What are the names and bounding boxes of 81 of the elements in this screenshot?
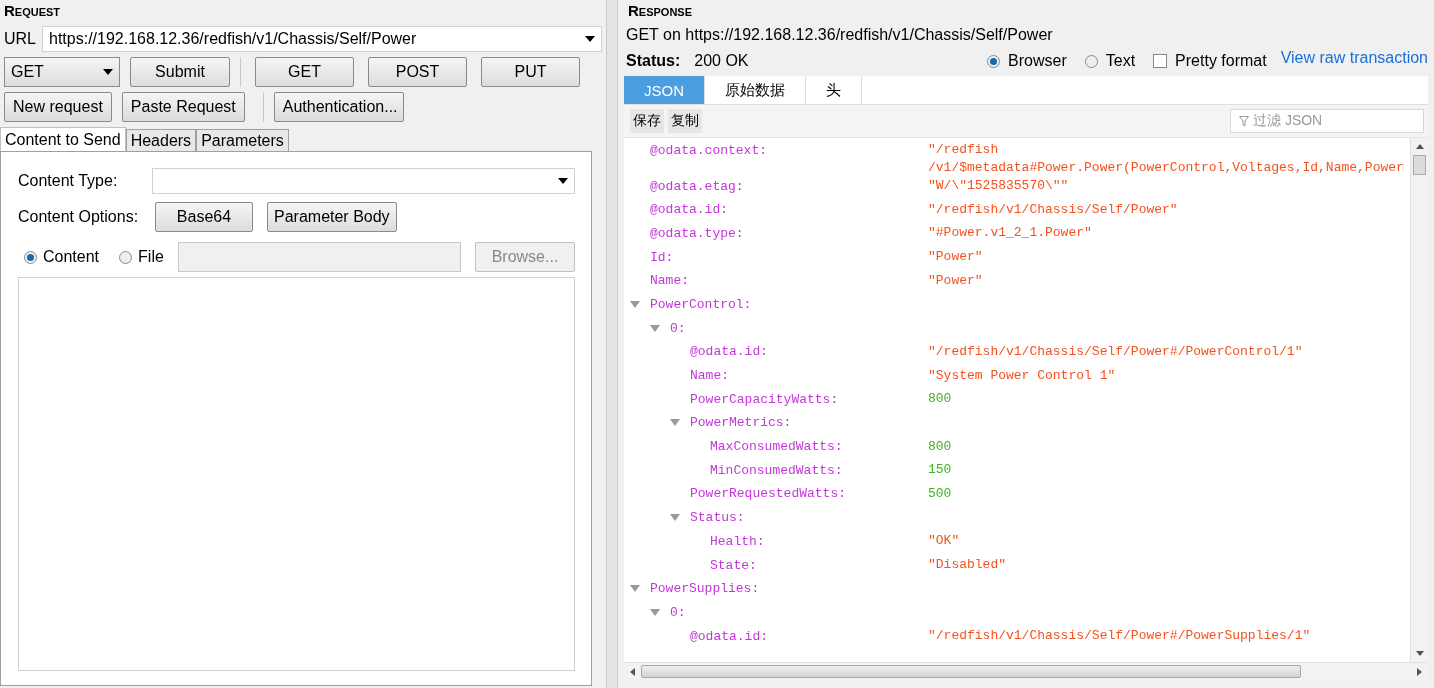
json-key: Name: [650, 273, 689, 289]
authentication-button[interactable]: Authentication... [273, 92, 404, 122]
radio-label: Text [1105, 52, 1136, 70]
tab[interactable]: Headers [125, 129, 197, 151]
json-key: @odata.type: [650, 225, 744, 241]
tab[interactable]: Content to Send [0, 127, 126, 151]
json-value: "System Power Control 1" [928, 366, 1116, 385]
radio-label: Browser [1008, 52, 1067, 70]
checkbox-label: Pretty format [1175, 52, 1267, 70]
json-key: Status: [690, 510, 745, 526]
content-type-dropdown[interactable] [152, 168, 575, 194]
json-key: Name: [690, 368, 729, 383]
json-key: @odata.id: [690, 628, 768, 644]
url-label: URL [4, 30, 36, 48]
json-value: "/redfish/v1/Chassis/Self/Power" [928, 200, 1178, 219]
method-dropdown[interactable]: GET [4, 57, 120, 87]
json-key: @odata.etag: [650, 178, 744, 194]
json-value: "/redfish /v1/$metadata#Power.Power(PowerControl,Voltages,Id,Name,Power [928, 141, 1404, 177]
radio-button[interactable] [24, 250, 37, 264]
action-button[interactable]: Paste Request [121, 92, 245, 122]
method-button[interactable]: POST [368, 57, 467, 87]
json-key: Health: [710, 533, 765, 549]
expand-toggle-icon[interactable] [670, 419, 680, 427]
json-value: "Power" [928, 271, 983, 290]
json-value: "OK" [928, 532, 960, 551]
json-key: MaxConsumedWatts: [710, 439, 843, 455]
toolbar-button[interactable]: 保存 [630, 109, 664, 133]
submit-button[interactable]: Submit [130, 57, 230, 87]
view-raw-link[interactable]: View raw transaction [1280, 49, 1428, 67]
method-button[interactable]: GET [255, 57, 354, 87]
option-button[interactable]: Parameter Body [267, 202, 397, 232]
expand-toggle-icon[interactable] [630, 585, 640, 593]
json-key: Id: [650, 249, 674, 265]
expand-toggle-icon[interactable] [670, 514, 680, 522]
json-key: PowerRequestedWatts: [690, 486, 847, 502]
json-value: "Power" [928, 248, 983, 267]
panel-title: Request [3, 2, 62, 20]
json-value: "/redfish/v1/Chassis/Self/Power#/PowerSupplies/1" [928, 627, 1311, 646]
json-key: @odata.id: [650, 202, 728, 218]
method-button[interactable]: PUT [481, 57, 580, 87]
radio-label: File [138, 248, 164, 266]
json-value: 800 [928, 390, 952, 409]
request-summary: GET on https://192.168.12.36/redfish/v1/Chassis/Self/Power [625, 25, 1054, 44]
json-key: 0: [670, 320, 686, 336]
tab[interactable]: Parameters [196, 129, 289, 151]
json-key: 0: [670, 604, 686, 620]
radio-button[interactable] [987, 54, 1001, 68]
toolbar-button[interactable]: 复制 [668, 109, 702, 133]
expand-toggle-icon[interactable] [630, 300, 640, 308]
json-key: State: [710, 557, 757, 573]
json-key: @odata.id: [690, 344, 768, 360]
json-key: PowerSupplies: [650, 581, 760, 597]
json-value: "/redfish/v1/Chassis/Self/Power#/PowerControl/1" [928, 342, 1303, 361]
content-type-label: Content Type: [18, 172, 119, 190]
json-key: PowerMetrics: [690, 415, 792, 431]
action-button[interactable]: New request [4, 92, 112, 122]
json-value: "#Power.v1_2_1.Power" [928, 224, 1092, 243]
json-value: 500 [928, 484, 952, 503]
file-path-field[interactable] [177, 242, 461, 272]
radio-button[interactable] [1084, 54, 1098, 68]
radio-button[interactable] [119, 250, 133, 264]
vertical-scrollbar[interactable] [1410, 138, 1428, 662]
status-label: Status: [626, 52, 681, 70]
panel-title: Response [627, 2, 694, 20]
checkbox[interactable] [1153, 54, 1168, 68]
url-field[interactable]: https://192.168.12.36/redfish/v1/Chassis/Self/Power [42, 26, 602, 52]
json-value: "Disabled" [928, 556, 1006, 574]
status-value: 200 OK [694, 52, 749, 70]
json-value: 800 [928, 437, 952, 456]
json-key: PowerCapacityWatts: [690, 391, 839, 407]
json-key: @odata.context: [650, 142, 768, 158]
json-value: 150 [928, 461, 952, 480]
option-button[interactable]: Base64 [155, 202, 253, 232]
radio-label: Content [43, 248, 100, 266]
expand-toggle-icon[interactable] [650, 608, 660, 616]
expand-toggle-icon[interactable] [650, 324, 660, 332]
filter-icon [1239, 115, 1249, 127]
json-key: MinConsumedWatts: [710, 462, 843, 478]
json-value: "W/\"1525835570\"" [928, 177, 1069, 195]
content-options-label: Content Options: [18, 208, 140, 226]
json-key: PowerControl: [650, 296, 752, 312]
